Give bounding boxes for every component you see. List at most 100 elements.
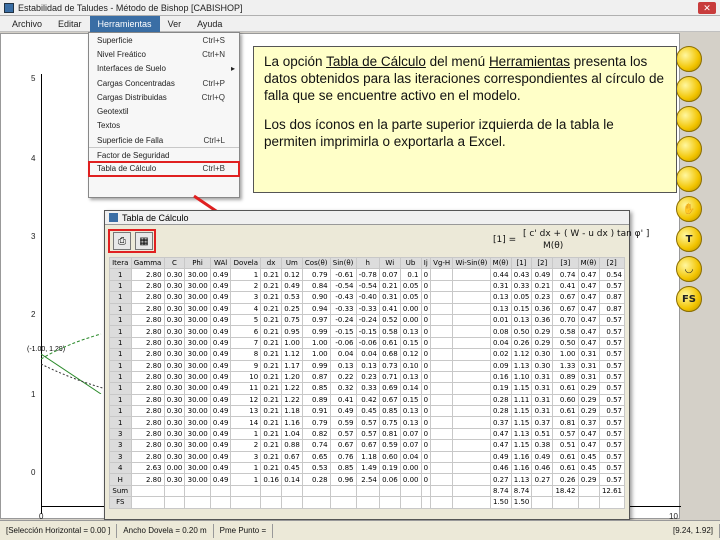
- table-row[interactable]: 1 2.80 0.30 30.00 0.49 6 0.21 0.95 0.99 -0.15 -0.1…: [109, 325, 626, 338]
- table-row[interactable]: 1 2.80 0.30 30.00 0.49 10 0.21 1.20 0.87 0.22 0.23…: [109, 370, 626, 384]
- table-cell: 0.30: [163, 325, 186, 338]
- table-row[interactable]: 1 2.80 0.30 30.00 0.49 12 0.21 1.22 0.89 0.41 0.42…: [109, 393, 626, 407]
- calculation-table[interactable]: Itera Gamma C Phi WAl Dovela dx Um Cos(θ) Sin(θ) h…: [109, 256, 626, 509]
- table-cell: [452, 473, 491, 486]
- column-header[interactable]: Um: [280, 256, 303, 270]
- table-cell: 0.01: [489, 313, 512, 327]
- menu-item-superficie[interactable]: Superficie Ctrl+S: [89, 33, 239, 47]
- column-header[interactable]: Cos(θ): [301, 256, 331, 270]
- menu-item-superficie-falla[interactable]: Superficie de Falla Ctrl+L: [89, 133, 239, 147]
- table-row[interactable]: H 2.80 0.30 30.00 0.49 1 0.16 0.14 0.28 0.96 2.54 0…: [109, 473, 626, 486]
- column-header[interactable]: Phi: [184, 256, 211, 270]
- menu-item-cargas-concentradas[interactable]: Cargas Concentradas Ctrl+P: [89, 76, 239, 90]
- table-cell: 0.88: [280, 439, 303, 452]
- table-row[interactable]: 1 2.80 0.30 30.00 0.49 5 0.21 0.75 0.97 -0.24 -0.2…: [109, 313, 626, 327]
- column-header[interactable]: Sin(θ): [329, 256, 357, 270]
- toolbar-button[interactable]: [676, 166, 702, 192]
- export-excel-icon[interactable]: ▦: [135, 232, 153, 250]
- menu-item-geotextil[interactable]: Geotextil: [89, 104, 239, 118]
- menu-ver[interactable]: Ver: [160, 16, 190, 32]
- menu-item-cargas-distribuidas[interactable]: Cargas Distribuidas Ctrl+Q: [89, 90, 239, 104]
- column-header[interactable]: Wi: [378, 256, 401, 270]
- column-header[interactable]: [1]: [510, 256, 533, 270]
- table-row[interactable]: 1 2.80 0.30 30.00 0.49 14 0.21 1.16 0.79 0.59 0.57…: [109, 416, 626, 429]
- column-header[interactable]: [2]: [598, 256, 626, 270]
- column-header[interactable]: h: [355, 256, 380, 270]
- table-cell: 0.45: [577, 450, 600, 464]
- table-cell: 4: [109, 462, 132, 475]
- table-row[interactable]: 1 2.80 0.30 30.00 0.49 11 0.21 1.22 0.85 0.32 0.33…: [109, 382, 626, 395]
- table-row[interactable]: 3 2.80 0.30 30.00 0.49 3 0.21 0.67 0.65 0.76 1.18 0…: [109, 450, 626, 464]
- table-row[interactable]: 1 2.80 0.30 30.00 0.49 3 0.21 0.53 0.90 -0.43 -0.4…: [109, 291, 626, 304]
- print-icon[interactable]: ⎙: [113, 232, 131, 250]
- fs-button[interactable]: FS: [676, 286, 702, 312]
- menu-item-tabla-calculo[interactable]: Tabla de Cálculo Ctrl+B: [88, 160, 240, 177]
- hand-icon[interactable]: ✋: [676, 196, 702, 222]
- toolbar-button[interactable]: [676, 76, 702, 102]
- column-header[interactable]: Wi-Sin(θ): [452, 256, 491, 270]
- callout-paragraph-2: Los dos íconos en la parte superior izqu…: [264, 117, 614, 149]
- table-row[interactable]: 1 2.80 0.30 30.00 0.49 4 0.21 0.25 0.94 -0.33 -0.3…: [109, 302, 626, 315]
- table-cell: 2.80: [130, 359, 165, 372]
- text-tool-button[interactable]: T: [676, 226, 702, 252]
- menu-item-interfaces[interactable]: Interfaces de Suelo: [89, 62, 239, 76]
- table-cell: 0.25: [280, 302, 303, 315]
- table-row[interactable]: 1 2.80 0.30 30.00 0.49 2 0.21 0.49 0.84 -0.54 -0.5…: [109, 279, 626, 293]
- table-row[interactable]: 1 2.80 0.30 30.00 0.49 7 0.21 1.00 1.00 -0.06 -0.0…: [109, 336, 626, 350]
- table-cell: 1.50: [489, 496, 512, 509]
- column-header[interactable]: Dovela: [230, 256, 262, 270]
- column-header[interactable]: [2]: [531, 256, 554, 270]
- table-row[interactable]: 3 2.80 0.30 30.00 0.49 2 0.21 0.88 0.74 0.67 0.67 0…: [109, 439, 626, 452]
- menu-item-nivel-freatico[interactable]: Nivel Freático Ctrl+N: [89, 47, 239, 61]
- table-cell: 0.49: [209, 405, 232, 418]
- table-cell: [230, 484, 262, 498]
- table-row[interactable]: 1 2.80 0.30 30.00 0.49 13 0.21 1.18 0.91 0.49 0.45…: [109, 405, 626, 418]
- column-header[interactable]: Gamma: [130, 256, 165, 270]
- toolbar-button[interactable]: [676, 46, 702, 72]
- table-cell: 2.63: [130, 462, 165, 475]
- column-header[interactable]: dx: [260, 256, 282, 270]
- table-cell: 0.79: [301, 268, 331, 281]
- table-cell: 1.49: [355, 462, 380, 475]
- table-row[interactable]: 1 2.80 0.30 30.00 0.49 9 0.21 1.17 0.99 0.13 0.13 0…: [109, 359, 626, 372]
- menu-herramientas[interactable]: Herramientas: [89, 15, 160, 32]
- table-cell: 0.59: [329, 416, 357, 429]
- table-cell: 0.13: [355, 359, 380, 372]
- table-cell: 0.19: [489, 382, 512, 395]
- table-cell: 1.22: [280, 393, 303, 407]
- table-cell: 0.47: [577, 302, 600, 315]
- table-cell: 0.30: [163, 416, 186, 429]
- table-cell: 0.47: [577, 325, 600, 338]
- column-header[interactable]: Ij: [420, 256, 432, 270]
- menu-archivo[interactable]: Archivo: [4, 16, 50, 32]
- table-cell: 1.16: [510, 462, 533, 475]
- column-header[interactable]: [3]: [552, 256, 579, 270]
- tabla-calculo-window[interactable]: Tabla de Cálculo ⎙ ▦ [1] = [ c' dx + ( W…: [104, 210, 649, 520]
- column-header[interactable]: WAl: [209, 256, 232, 270]
- table-row[interactable]: 3 2.80 0.30 30.00 0.49 1 0.21 1.04 0.82 0.57 0.57 0…: [109, 427, 626, 441]
- toolbar-button[interactable]: [676, 106, 702, 132]
- table-cell: 0.21: [531, 279, 554, 293]
- table-row[interactable]: 1 2.80 0.30 30.00 0.49 8 0.21 1.12 1.00 0.04 0.04 0…: [109, 348, 626, 361]
- menu-item-factor-seguridad[interactable]: Factor de Seguridad: [89, 147, 239, 161]
- curve-tool-button[interactable]: ◡: [676, 256, 702, 282]
- table-cell: [452, 484, 491, 498]
- column-header[interactable]: Itera: [109, 256, 132, 270]
- menu-item-textos[interactable]: Textos: [89, 119, 239, 133]
- menu-ayuda[interactable]: Ayuda: [189, 16, 230, 32]
- column-header[interactable]: Ub: [399, 256, 422, 270]
- column-header[interactable]: Vg-H: [430, 256, 454, 270]
- table-row[interactable]: 4 2.63 0.00 30.00 0.49 1 0.21 0.45 0.53 0.85 1.49 0…: [109, 462, 626, 475]
- column-header[interactable]: C: [163, 256, 186, 270]
- column-header[interactable]: M(θ): [489, 256, 512, 270]
- table-cell: 1.10: [510, 370, 533, 384]
- table-cell: -0.24: [355, 313, 380, 327]
- table-row[interactable]: 1 2.80 0.30 30.00 0.49 1 0.21 0.12 0.79 -0.61 -0.7…: [109, 268, 626, 281]
- menu-editar[interactable]: Editar: [50, 16, 90, 32]
- column-header[interactable]: M(θ): [577, 256, 600, 270]
- table-cell: 0.21: [260, 405, 282, 418]
- app-icon: [4, 2, 14, 13]
- close-button[interactable]: ✕: [698, 2, 716, 14]
- toolbar-button[interactable]: [676, 136, 702, 162]
- table-cell: [452, 382, 491, 395]
